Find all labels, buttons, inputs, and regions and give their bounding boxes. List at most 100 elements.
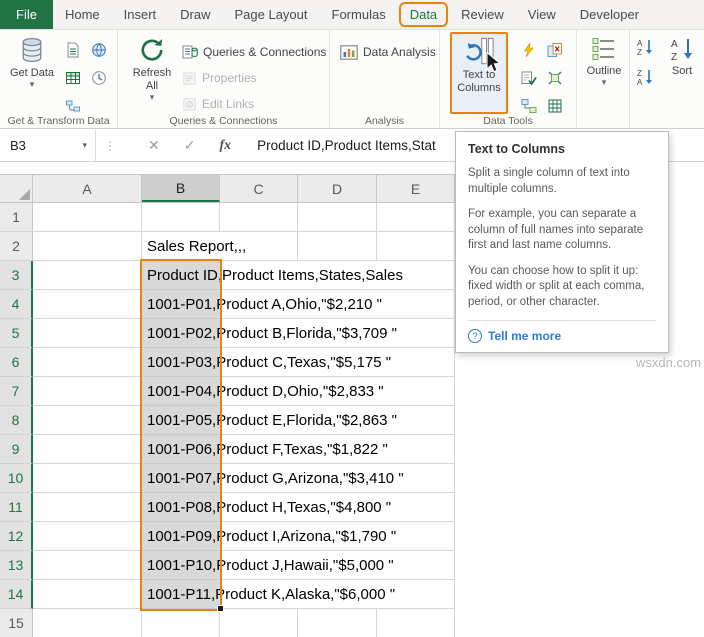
row-header-10[interactable]: 10 xyxy=(0,464,33,493)
get-data-button[interactable]: Get Data xyxy=(8,32,56,116)
edit-links-icon xyxy=(183,97,196,111)
tell-me-more-link[interactable]: Tell me more xyxy=(488,329,561,343)
tab-data[interactable]: Data xyxy=(398,0,449,29)
sort-az-button[interactable]: AZ xyxy=(636,38,654,56)
sort-button[interactable]: AZ Sort xyxy=(662,32,702,116)
row-header-1[interactable]: 1 xyxy=(0,203,33,232)
sort-za-button[interactable]: ZA xyxy=(636,68,654,86)
cell-A2[interactable] xyxy=(33,232,142,261)
queries-connections-button[interactable]: Queries & Connections xyxy=(182,41,326,63)
row-header-7[interactable]: 7 xyxy=(0,377,33,406)
formula-input[interactable]: Product ID,Product Items,Stat xyxy=(257,138,453,153)
tab-insert[interactable]: Insert xyxy=(112,0,169,29)
tab-label: Developer xyxy=(579,7,640,22)
row-header-15[interactable]: 15 xyxy=(0,609,33,637)
row-header-8[interactable]: 8 xyxy=(0,406,33,435)
name-box-caret-icon xyxy=(82,141,87,150)
row-header-6[interactable]: 6 xyxy=(0,348,33,377)
tab-label: Page Layout xyxy=(234,7,308,22)
row-header-13[interactable]: 13 xyxy=(0,551,33,580)
from-table-range-button[interactable] xyxy=(60,64,86,92)
from-web-button[interactable] xyxy=(86,36,112,64)
svg-text:A: A xyxy=(637,78,643,86)
cancel-icon[interactable] xyxy=(148,137,160,154)
formula-bar-grip[interactable] xyxy=(96,139,124,153)
data-validation-button[interactable] xyxy=(516,64,542,92)
row-header-2[interactable]: 2 xyxy=(0,232,33,261)
tab-file[interactable]: File xyxy=(0,0,53,29)
cell-A9[interactable] xyxy=(33,435,142,464)
cell-A7[interactable] xyxy=(33,377,142,406)
name-box[interactable]: B3 xyxy=(0,130,96,161)
text-to-columns-button[interactable]: Text to Columns xyxy=(450,32,508,114)
row-header-14[interactable]: 14 xyxy=(0,580,33,609)
cell-A6[interactable] xyxy=(33,348,142,377)
cell-D1[interactable] xyxy=(298,203,377,232)
cell-B1[interactable] xyxy=(142,203,220,232)
recent-sources-button[interactable] xyxy=(86,64,112,92)
cell-D15[interactable] xyxy=(298,609,377,637)
table-icon xyxy=(66,72,80,84)
tab-formulas[interactable]: Formulas xyxy=(320,0,398,29)
dropdown-caret-icon xyxy=(150,93,155,102)
cell-A12[interactable] xyxy=(33,522,142,551)
consolidate-button[interactable] xyxy=(542,64,568,92)
flash-fill-button[interactable] xyxy=(516,36,542,64)
row-header-11[interactable]: 11 xyxy=(0,493,33,522)
data-analysis-button[interactable]: Data Analysis xyxy=(340,41,436,63)
column-header-D[interactable]: D xyxy=(298,175,377,202)
cell-A5[interactable] xyxy=(33,319,142,348)
cell-A10[interactable] xyxy=(33,464,142,493)
from-text-csv-button[interactable] xyxy=(60,36,86,64)
cell-A15[interactable] xyxy=(33,609,142,637)
cell-C15[interactable] xyxy=(220,609,298,637)
select-all-corner[interactable] xyxy=(0,175,33,202)
cell-E1[interactable] xyxy=(377,203,455,232)
insert-function-icon[interactable] xyxy=(219,138,231,154)
grid-body: 1 2 Sales Report,,, 3 Product ID,Product Ite… xyxy=(0,203,455,637)
cell-D2[interactable] xyxy=(298,232,377,261)
tab-view[interactable]: View xyxy=(516,0,568,29)
cell-A1[interactable] xyxy=(33,203,142,232)
fill-handle[interactable] xyxy=(217,605,224,612)
cell-A14[interactable] xyxy=(33,580,142,609)
sort-label: Sort xyxy=(671,65,693,77)
cell-C1[interactable] xyxy=(220,203,298,232)
refresh-all-button[interactable]: Refresh All xyxy=(126,32,178,116)
tab-home[interactable]: Home xyxy=(53,0,112,29)
row-header-9[interactable]: 9 xyxy=(0,435,33,464)
cell-A8[interactable] xyxy=(33,406,142,435)
tooltip-paragraph: You can choose how to split it up: fixed… xyxy=(468,264,645,308)
tab-page-layout[interactable]: Page Layout xyxy=(223,0,320,29)
cell-E15[interactable] xyxy=(377,609,455,637)
row-header-4[interactable]: 4 xyxy=(0,290,33,319)
remove-duplicates-button[interactable] xyxy=(542,36,568,64)
sheet-row-14: 14 1001-P11,Product K,Alaska,"$6,000 " xyxy=(0,580,455,609)
outline-button[interactable]: Outline xyxy=(583,32,625,116)
column-header-B[interactable]: B xyxy=(142,175,220,202)
tab-developer[interactable]: Developer xyxy=(568,0,651,29)
cell-A11[interactable] xyxy=(33,493,142,522)
cell-E2[interactable] xyxy=(377,232,455,261)
cell-A3[interactable] xyxy=(33,261,142,290)
sheet-row-11: 11 1001-P08,Product H,Texas,"$4,800 " xyxy=(0,493,455,522)
column-header-E[interactable]: E xyxy=(377,175,455,202)
tab-label: Formulas xyxy=(331,7,386,22)
cell-A4[interactable] xyxy=(33,290,142,319)
properties-button[interactable]: Properties xyxy=(182,67,257,89)
enter-icon[interactable] xyxy=(184,137,196,154)
dropdown-caret-icon xyxy=(602,78,607,87)
column-header-A[interactable]: A xyxy=(33,175,142,202)
tab-draw[interactable]: Draw xyxy=(168,0,222,29)
cell-B15[interactable] xyxy=(142,609,220,637)
row-header-3[interactable]: 3 xyxy=(0,261,33,290)
row-header-12[interactable]: 12 xyxy=(0,522,33,551)
column-header-C[interactable]: C xyxy=(220,175,298,202)
tab-review[interactable]: Review xyxy=(449,0,516,29)
cell-B2[interactable]: Sales Report,,, xyxy=(142,232,298,261)
row-header-5[interactable]: 5 xyxy=(0,319,33,348)
edit-links-button[interactable]: Edit Links xyxy=(182,93,254,115)
help-circle-icon xyxy=(468,329,482,343)
svg-text:Z: Z xyxy=(637,48,642,56)
cell-A13[interactable] xyxy=(33,551,142,580)
